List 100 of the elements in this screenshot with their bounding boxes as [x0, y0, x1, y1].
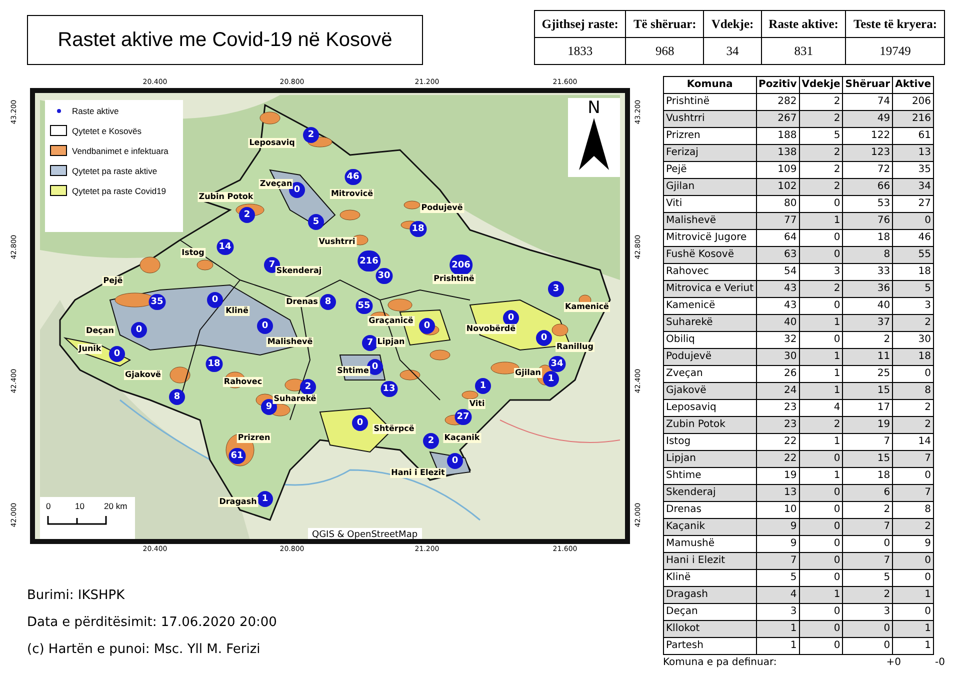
table-cell: 23: [756, 416, 800, 434]
table-cell: 76: [842, 212, 893, 230]
table-cell: 1: [892, 586, 934, 604]
table-cell: 2: [892, 416, 934, 434]
municipality-label: Gjakovë: [124, 370, 162, 380]
table-cell: 2: [799, 110, 843, 128]
municipality-label: Graçanicë: [368, 316, 414, 326]
table-cell: 2: [799, 416, 843, 434]
table-cell: 0: [892, 212, 934, 230]
table-cell: Suharekë: [664, 314, 756, 332]
column-header: Komuna: [664, 76, 756, 94]
table-cell: Gjakovë: [664, 382, 756, 400]
table-cell: Ferizaj: [664, 144, 756, 162]
table-cell: 13: [756, 484, 800, 502]
north-arrow-icon: [578, 118, 610, 170]
column-header: Aktive: [892, 76, 934, 94]
column-header: Vdekje: [799, 76, 843, 94]
table-cell: 55: [892, 246, 934, 264]
table-cell: 1: [799, 586, 843, 604]
table-cell: 15: [842, 382, 893, 400]
summary-value: 34: [704, 38, 762, 64]
table-cell: 22: [756, 450, 800, 468]
scale-label: 10: [75, 501, 84, 511]
table-cell: 0: [799, 638, 843, 654]
map-attribution: QGIS & OpenStreetMap: [308, 528, 422, 539]
table-cell: Kaçanik: [664, 518, 756, 536]
table-cell: 24: [756, 382, 800, 400]
municipality-label: Mitrovicë: [330, 189, 374, 199]
scale-label: 20 km: [104, 501, 128, 511]
table-cell: Skenderaj: [664, 484, 756, 502]
table-cell: 37: [842, 314, 893, 332]
municipality-label: Shtime: [336, 366, 370, 376]
municipality-label: Rahovec: [222, 377, 264, 387]
municipality-label: Dragash: [218, 497, 258, 507]
table-cell: 8: [892, 382, 934, 400]
table-cell: Malishevë: [664, 212, 756, 230]
table-cell: 7: [892, 450, 934, 468]
table-cell: 7: [842, 518, 893, 536]
table-cell: 0: [799, 552, 843, 570]
municipality-label: Hani i Elezit: [390, 468, 446, 478]
municipality-label: Zveçan: [258, 179, 294, 189]
municipality-label: Pejë: [102, 276, 124, 286]
table-cell: 2: [842, 586, 893, 604]
table-cell: 0: [799, 484, 843, 502]
table-cell: 66: [842, 178, 893, 196]
municipality-label: Novobërdë: [465, 324, 517, 334]
footnote-text: (c) Hartën e punoi: Msc. Yll M. Ferizi: [27, 642, 262, 657]
column-header: Shëruar: [842, 76, 893, 94]
summary-label: Vdekje:: [704, 10, 762, 38]
municipality-label: Istog: [180, 248, 206, 258]
table-cell: 2: [799, 280, 843, 298]
table-cell: Mitrovica e Veriut: [664, 280, 756, 298]
table-cell: 1: [892, 620, 934, 638]
table-cell: 40: [756, 314, 800, 332]
table-cell: Zubin Potok: [664, 416, 756, 434]
table-cell: Partesh: [664, 638, 756, 654]
table-cell: 0: [892, 552, 934, 570]
table-cell: 34: [892, 178, 934, 196]
table-cell: 77: [756, 212, 800, 230]
summary-label: Teste të kryera:: [846, 10, 944, 38]
table-cell: Podujevë: [664, 348, 756, 366]
table-cell: 102: [756, 178, 800, 196]
legend-label: Raste aktive: [72, 106, 119, 116]
table-cell: 1: [799, 212, 843, 230]
table-cell: 0: [799, 620, 843, 638]
summary-value: 19749: [846, 38, 944, 64]
table-cell: 1: [799, 382, 843, 400]
table-cell: 30: [756, 348, 800, 366]
municipality-label: Junik: [78, 344, 102, 354]
footer-value: -0: [934, 657, 945, 668]
table-cell: 267: [756, 110, 800, 128]
table-cell: 1: [892, 638, 934, 654]
table-cell: 1: [756, 620, 800, 638]
column-header: Pozitiv: [756, 76, 800, 94]
municipality-label: Viti: [468, 399, 486, 409]
table-cell: 0: [799, 518, 843, 536]
table-cell: 36: [842, 280, 893, 298]
municipality-label: Zubin Potok: [198, 192, 254, 202]
table-cell: 2: [892, 518, 934, 536]
table-cell: 5: [892, 280, 934, 298]
municipality-label: Leposaviq: [248, 138, 296, 148]
table-cell: 123: [842, 144, 893, 162]
legend-label: Qytetet pa raste aktive: [72, 166, 158, 176]
table-cell: 0: [842, 638, 893, 654]
table-cell: 2: [892, 314, 934, 332]
table-cell: 7: [756, 552, 800, 570]
municipality-label: Prishtinë: [432, 274, 476, 284]
municipality-label: Gjilan: [514, 368, 542, 378]
north-label: N: [588, 98, 600, 118]
table-cell: 8: [842, 246, 893, 264]
municipality-label: Drenas: [285, 297, 319, 307]
table-cell: 2: [799, 178, 843, 196]
table-cell: 138: [756, 144, 800, 162]
table-cell: 7: [892, 484, 934, 502]
municipality-label: Ranillug: [556, 342, 594, 352]
summary-label: Gjithsej raste:: [534, 10, 626, 38]
summary-value: 968: [626, 38, 704, 64]
table-cell: 2: [799, 144, 843, 162]
municipality-label: Lipjan: [376, 337, 406, 347]
table-cell: 63: [756, 246, 800, 264]
